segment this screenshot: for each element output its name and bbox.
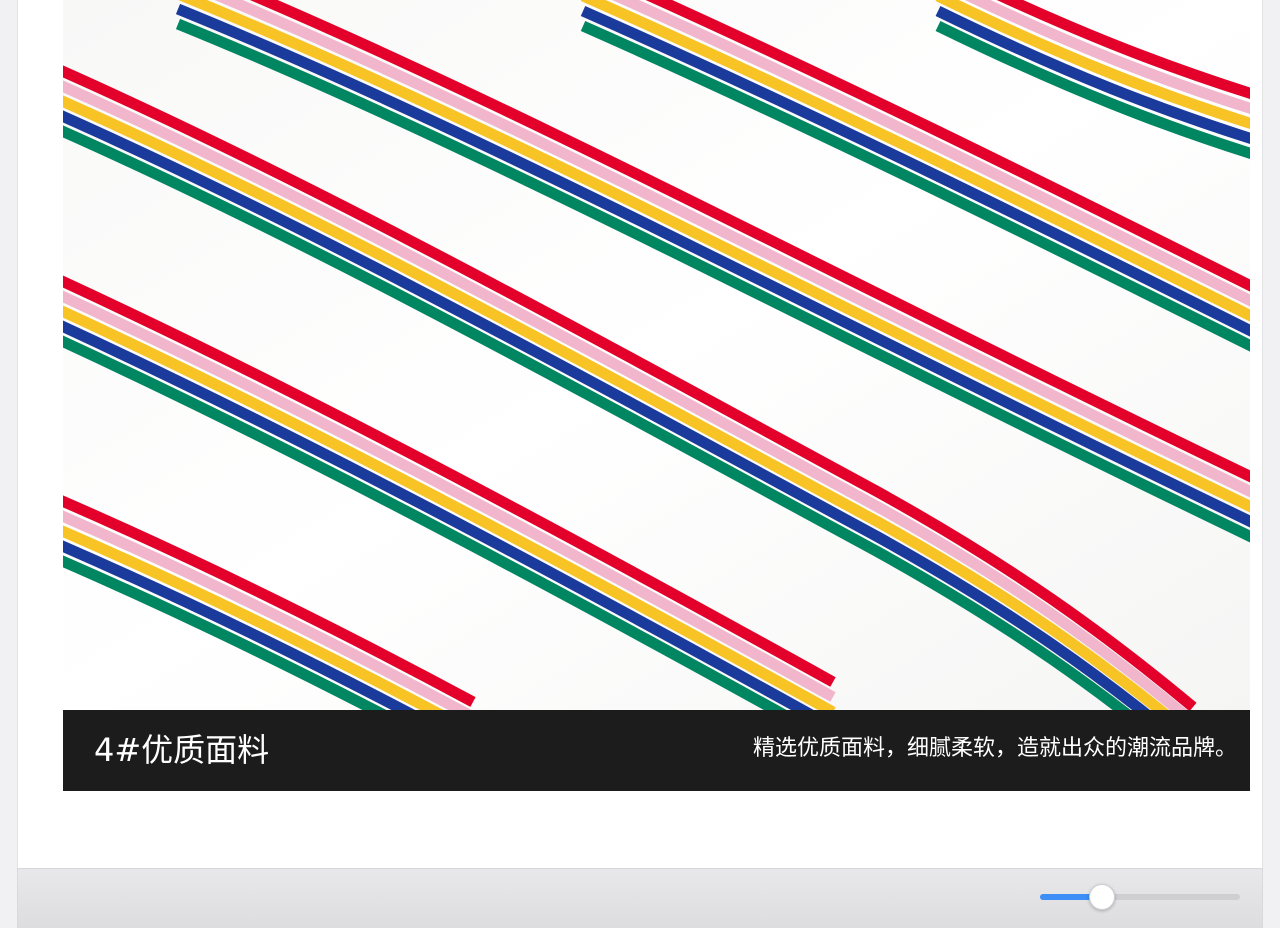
app-viewport: 4#优质面料 精选优质面料，细腻柔软，造就出众的潮流品牌。 — [0, 0, 1280, 928]
product-figure: 4#优质面料 精选优质面料，细腻柔软，造就出众的潮流品牌。 — [63, 0, 1250, 791]
slider-thumb[interactable] — [1089, 884, 1115, 910]
slider-track[interactable] — [1040, 894, 1240, 900]
page-panel: 4#优质面料 精选优质面料，细腻柔软，造就出众的潮流品牌。 — [17, 0, 1263, 868]
caption-title: 4#优质面料 — [94, 731, 270, 769]
caption-bar: 4#优质面料 精选优质面料，细腻柔软，造就出众的潮流品牌。 — [63, 710, 1250, 791]
fabric-photo — [63, 0, 1250, 710]
zoom-slider[interactable] — [1040, 884, 1242, 910]
caption-description: 精选优质面料，细腻柔软，造就出众的潮流品牌。 — [752, 736, 1237, 761]
